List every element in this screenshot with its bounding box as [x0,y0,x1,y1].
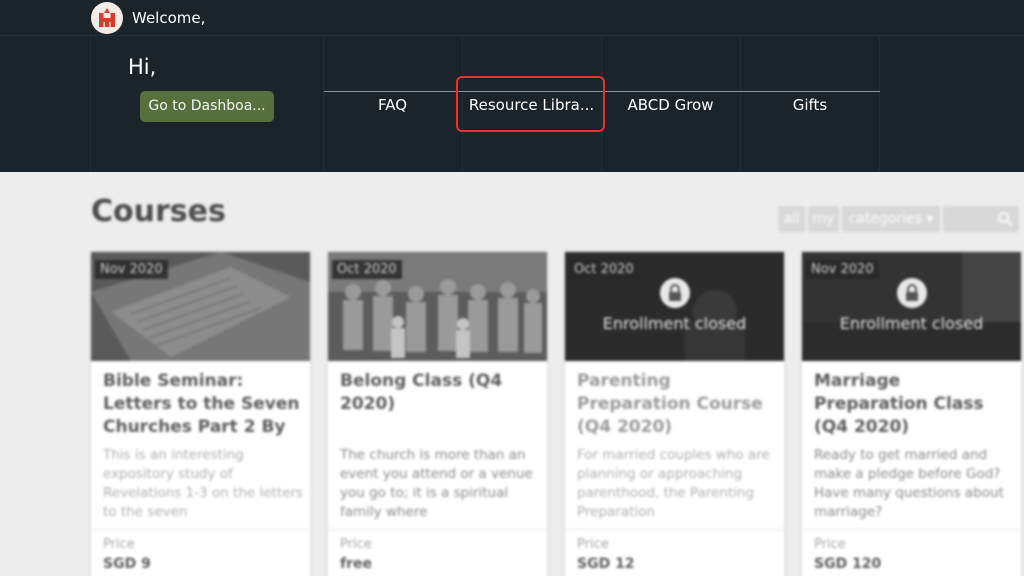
price-value: SGD 12 [577,556,635,572]
course-title[interactable]: Marriage Preparation Class (Q4 2020) [814,370,1014,439]
church-logo-icon[interactable] [91,2,123,34]
price-label: Price [103,537,135,552]
course-card[interactable]: Nov 2020 Bible Seminar: Letters to the S… [91,252,310,576]
course-description: Ready to get married and make a pledge b… [814,447,1004,520]
price-value: free [340,556,372,572]
lock-icon [896,278,927,308]
header-panel: Hi, Go to Dashboa... FAQ Resource Libra.… [0,36,1024,172]
price-value: SGD 120 [814,556,882,572]
course-image: Oct 2020 Enrollment closed [565,252,784,361]
divider [565,529,784,530]
course-image: Oct 2020 [328,252,547,361]
course-image: Nov 2020 [91,252,310,361]
search-input[interactable] [943,206,1019,232]
greeting-text: Hi, [128,55,157,79]
categories-dropdown[interactable]: categories ▾ [842,206,940,232]
course-description: For married couples who are planning or … [577,447,770,520]
divider [879,36,880,172]
price-label: Price [814,537,846,552]
enrollment-closed-label: Enrollment closed [839,314,984,333]
filter-my-button[interactable]: my [808,206,839,232]
lock-icon [659,278,690,308]
enrollment-closed-label: Enrollment closed [602,314,747,333]
course-description: The church is more than an event you att… [340,447,533,520]
course-title[interactable]: Belong Class (Q4 2020) [340,370,540,416]
nav-abcd-grow[interactable]: ABCD Grow [602,96,739,118]
course-card[interactable]: Oct 2020 Enrollment closed Parenting Pre… [565,252,784,576]
highlight-box [456,76,605,132]
price-label: Price [577,537,609,552]
top-bar: Welcome, [0,0,1024,36]
price-label: Price [340,537,372,552]
nav-faq[interactable]: FAQ [324,96,461,118]
nav-gifts[interactable]: Gifts [741,96,879,118]
course-image: Nov 2020 Enrollment closed [802,252,1021,361]
course-date-badge: Oct 2020 [569,260,639,279]
price-value: SGD 9 [103,556,151,572]
divider [802,529,1021,530]
course-title[interactable]: Parenting Preparation Course (Q4 2020) [577,370,777,439]
welcome-text: Welcome, [132,9,206,27]
course-card[interactable]: Nov 2020 Enrollment closed Marriage Prep… [802,252,1021,576]
enrollment-status: Enrollment closed [802,278,1021,333]
course-date-badge: Nov 2020 [95,260,168,279]
filter-all-button[interactable]: all [778,206,805,232]
page-title: Courses [91,194,226,229]
divider [91,529,310,530]
course-date-badge: Oct 2020 [332,260,402,279]
divider [90,36,91,172]
divider [328,529,547,530]
course-description: This is an interesting expository study … [103,447,303,520]
course-date-badge: Nov 2020 [806,260,879,279]
course-title[interactable]: Bible Seminar: Letters to the Seven Chur… [103,370,303,439]
courses-section: Courses all my categories ▾ Nov 2020 Bib… [0,172,1024,576]
go-to-dashboard-button[interactable]: Go to Dashboa... [140,91,274,122]
search-icon [998,212,1013,227]
enrollment-status: Enrollment closed [565,278,784,333]
course-card[interactable]: Oct 2020 Belong Class (Q4 2020) The chur… [328,252,547,576]
